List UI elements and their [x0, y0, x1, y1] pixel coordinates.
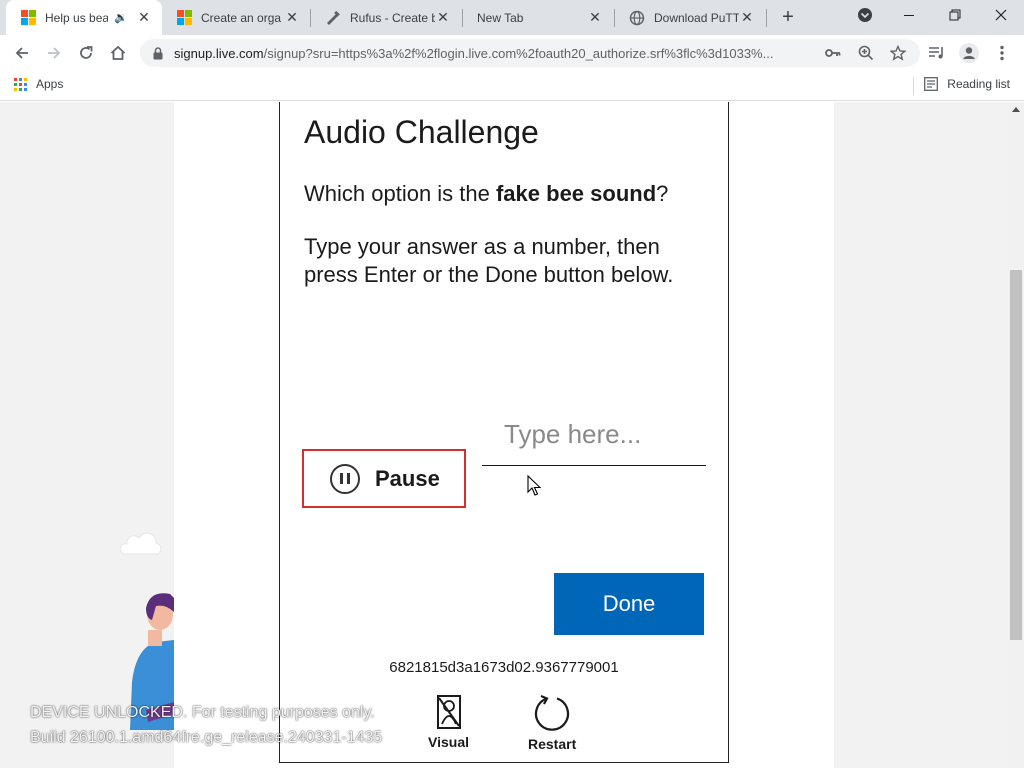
scroll-up-arrow-icon[interactable] [1012, 107, 1020, 112]
home-button[interactable] [106, 41, 130, 65]
reading-list-label: Reading list [947, 77, 1010, 91]
audio-challenge-dialog: Audio Challenge Which option is the fake… [279, 102, 729, 763]
tab-title: Create an orga [201, 10, 282, 25]
cloud-icon [119, 532, 162, 555]
tab-divider [766, 9, 767, 27]
forward-arrow-icon [48, 47, 61, 59]
rufus-icon [325, 10, 341, 26]
media-control-button[interactable] [925, 41, 949, 65]
profile-button[interactable] [957, 41, 981, 65]
browser-toolbar: signup.live.com/signup?sru=https%3a%2f%2… [0, 35, 1024, 71]
done-button[interactable]: Done [554, 573, 704, 635]
watermark-line-2: Build 26100.1.amd64fre.ge_release.240331… [30, 729, 383, 746]
visual-challenge-button[interactable]: Visual [428, 694, 469, 750]
tab-strip: Help us bea 🔉 ✕ Create an orga ✕ Rufus -… [0, 0, 1024, 35]
address-bar[interactable]: signup.live.com/signup?sru=https%3a%2f%2… [140, 39, 920, 67]
forward-button[interactable] [42, 41, 66, 65]
reading-list-button[interactable]: Reading list [924, 77, 1010, 91]
dialog-title: Audio Challenge [304, 114, 539, 150]
reload-button[interactable] [74, 41, 98, 65]
microsoft-logo-icon [176, 10, 192, 26]
tab-rufus[interactable]: Rufus - Create b ✕ [311, 0, 461, 35]
mouse-cursor-icon [527, 475, 541, 496]
challenge-instructions: Type your answer as a number, then press… [304, 234, 674, 287]
reload-icon [80, 46, 93, 59]
pause-audio-button[interactable]: Pause [302, 449, 466, 508]
pause-icon [330, 463, 360, 494]
tab-title: New Tab [477, 10, 524, 25]
more-vertical-icon [1000, 45, 1004, 61]
url-host: signup.live.com [174, 45, 264, 61]
back-arrow-icon [15, 47, 28, 59]
avatar-icon [959, 43, 979, 63]
minimize-icon [904, 14, 914, 16]
menu-button[interactable] [990, 41, 1014, 65]
bookmarks-bar: Apps Reading list [0, 71, 1024, 101]
tab-title: Help us bea [45, 10, 109, 25]
close-window-button[interactable] [978, 0, 1024, 30]
tab-close-icon[interactable]: ✕ [739, 9, 755, 26]
tab-close-icon[interactable]: ✕ [284, 9, 300, 26]
watermark-line-1: DEVICE UNLOCKED. For testing purposes on… [30, 704, 375, 721]
page-scrollbar[interactable] [1008, 102, 1024, 768]
pause-label: Pause [375, 465, 440, 491]
zoom-icon[interactable] [856, 43, 876, 63]
tab-search-button[interactable] [842, 0, 888, 30]
visual-label: Visual [428, 734, 469, 750]
device-watermark: DEVICE UNLOCKED. For testing purposes on… [30, 700, 382, 750]
reading-list-icon [924, 77, 939, 91]
restore-button[interactable] [932, 0, 978, 30]
restore-icon [949, 9, 961, 21]
bookmarks-divider [913, 77, 914, 95]
lock-icon[interactable] [150, 46, 166, 60]
apps-grid-icon [14, 77, 27, 91]
globe-icon [629, 10, 645, 26]
new-tab-button[interactable]: + [776, 5, 800, 29]
home-icon [110, 45, 126, 60]
url-path: /signup?sru=https%3a%2f%2flogin.live.com… [263, 45, 774, 61]
restart-icon [535, 694, 570, 731]
tab-close-icon[interactable]: ✕ [435, 9, 451, 26]
tab-create-organization[interactable]: Create an orga ✕ [162, 0, 310, 35]
tab-title: Rufus - Create b [350, 10, 435, 25]
visual-puzzle-icon [436, 695, 461, 729]
question-prefix: Which option is the [304, 181, 496, 206]
session-id: 6821815d3a1673d02.9367779001 [389, 659, 619, 676]
microsoft-logo-icon [20, 10, 36, 26]
tab-help-us[interactable]: Help us bea 🔉 ✕ [6, 0, 162, 35]
minimize-button[interactable] [886, 0, 932, 30]
restart-button[interactable]: Restart [528, 694, 576, 752]
tab-close-icon[interactable]: ✕ [136, 9, 152, 26]
url-text[interactable]: signup.live.com/signup?sru=https%3a%2f%2… [174, 46, 814, 61]
challenge-question: Which option is the fake bee sound? [304, 181, 668, 207]
apps-shortcut[interactable]: Apps [14, 77, 63, 91]
tab-title: Download PuTT [654, 10, 739, 25]
bookmark-star-icon[interactable] [888, 43, 908, 63]
answer-input[interactable] [482, 404, 706, 466]
back-button[interactable] [10, 41, 34, 65]
tab-close-icon[interactable]: ✕ [587, 9, 603, 26]
scroll-thumb[interactable] [1010, 270, 1022, 640]
tab-download-putty[interactable]: Download PuTT ✕ [615, 0, 765, 35]
tab-new-tab[interactable]: New Tab ✕ [463, 0, 613, 35]
close-icon [995, 9, 1007, 21]
restart-label: Restart [528, 736, 577, 752]
question-suffix: ? [656, 181, 669, 206]
audio-playing-icon[interactable]: 🔉 [114, 11, 128, 24]
question-emphasis: fake bee sound [495, 181, 657, 206]
apps-label: Apps [36, 77, 64, 91]
key-icon[interactable] [823, 43, 843, 63]
chevron-down-circle-icon [858, 8, 872, 22]
playlist-icon [929, 47, 943, 59]
